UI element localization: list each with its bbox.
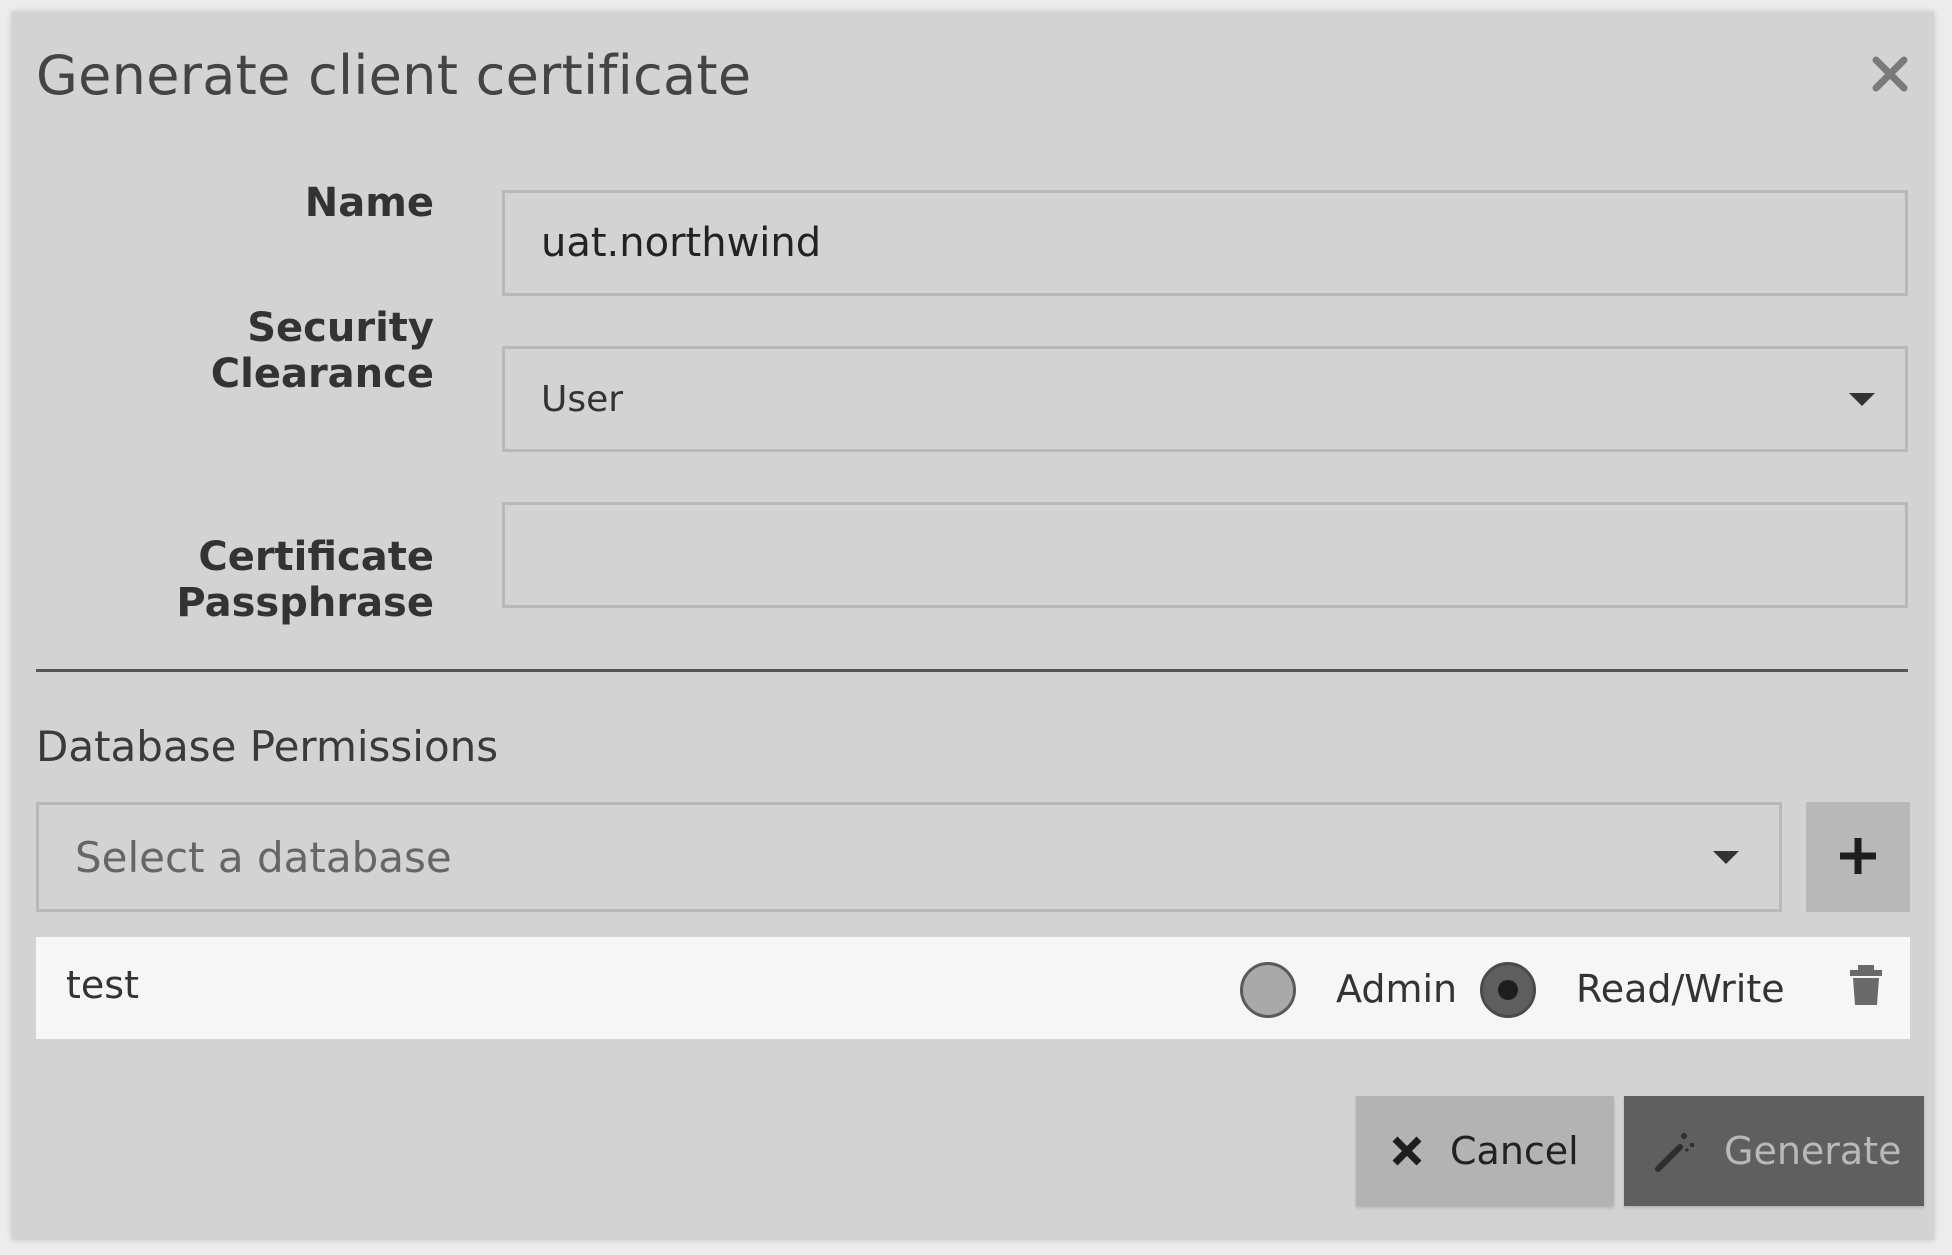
admin-radio-label[interactable]: Admin xyxy=(1336,967,1457,1011)
database-select[interactable]: Select a database xyxy=(36,802,1782,912)
chevron-down-icon xyxy=(1713,851,1739,864)
name-label: Name xyxy=(304,180,434,226)
security-clearance-value: User xyxy=(541,378,624,420)
generate-button[interactable]: Generate xyxy=(1624,1096,1924,1206)
admin-radio[interactable] xyxy=(1240,962,1296,1018)
divider xyxy=(36,669,1908,672)
passphrase-label: Certificate Passphrase xyxy=(176,534,434,626)
close-icon xyxy=(1390,1134,1424,1168)
permission-row: test Admin Read/Write xyxy=(36,937,1910,1039)
magic-wand-icon xyxy=(1654,1129,1698,1173)
generate-certificate-dialog: Generate client certificate Name Securit… xyxy=(12,12,1934,1240)
plus-icon xyxy=(1836,834,1880,881)
read-write-radio[interactable] xyxy=(1480,962,1536,1018)
security-clearance-select[interactable]: User xyxy=(502,346,1908,452)
dialog-title: Generate client certificate xyxy=(36,44,752,107)
chevron-down-icon xyxy=(1849,393,1875,406)
passphrase-label-line2: Passphrase xyxy=(176,580,434,626)
name-input[interactable] xyxy=(502,190,1908,296)
cancel-button[interactable]: Cancel xyxy=(1356,1096,1614,1206)
close-icon[interactable] xyxy=(1862,46,1918,102)
read-write-radio-label[interactable]: Read/Write xyxy=(1576,967,1785,1011)
section-title: Database Permissions xyxy=(36,722,499,771)
database-select-placeholder: Select a database xyxy=(75,832,452,882)
add-database-button[interactable] xyxy=(1806,802,1910,912)
generate-label: Generate xyxy=(1724,1129,1902,1173)
database-name: test xyxy=(66,963,139,1007)
cancel-label: Cancel xyxy=(1450,1129,1579,1173)
security-clearance-label: Security Clearance xyxy=(210,305,434,397)
passphrase-label-line1: Certificate xyxy=(198,534,434,580)
passphrase-input[interactable] xyxy=(502,502,1908,608)
trash-icon[interactable] xyxy=(1846,963,1886,1007)
